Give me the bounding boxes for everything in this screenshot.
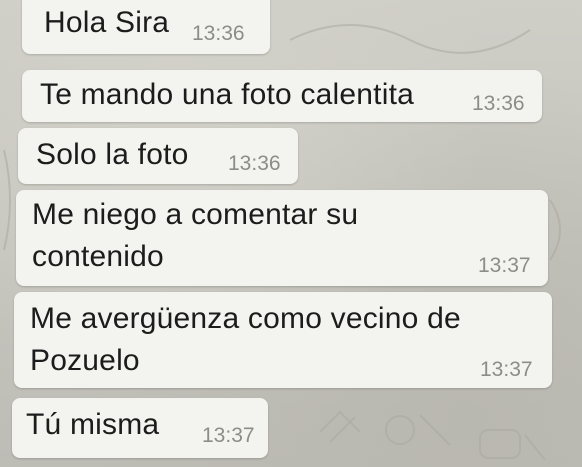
message-bubble[interactable]: Te mando una foto calentita 13:36 (22, 70, 542, 122)
message-text: Me avergüenza como vecino de Pozuelo (30, 302, 461, 377)
message-text: Hola Sira (44, 6, 170, 39)
message-text: Me niego a comentar su contenido (32, 198, 359, 273)
message-bubble[interactable]: Me niego a comentar su contenido 13:37 (16, 190, 548, 286)
message-timestamp: 13:36 (192, 22, 245, 45)
message-bubble[interactable]: Hola Sira 13:36 (22, 0, 270, 54)
message-timestamp: 13:36 (472, 92, 525, 115)
message-timestamp: 13:36 (228, 152, 281, 175)
message-text: Tú misma (26, 408, 160, 441)
message-timestamp: 13:37 (202, 424, 255, 447)
message-text: Te mando una foto calentita (40, 78, 414, 111)
chat-conversation: Hola Sira 13:36 Te mando una foto calent… (0, 0, 582, 467)
message-bubble[interactable]: Tú misma 13:37 (12, 398, 268, 458)
message-timestamp: 13:37 (480, 358, 533, 381)
message-timestamp: 13:37 (478, 254, 531, 277)
message-bubble[interactable]: Solo la foto 13:36 (18, 128, 298, 184)
message-bubble[interactable]: Me avergüenza como vecino de Pozuelo 13:… (14, 292, 552, 388)
message-text: Solo la foto (36, 138, 189, 171)
